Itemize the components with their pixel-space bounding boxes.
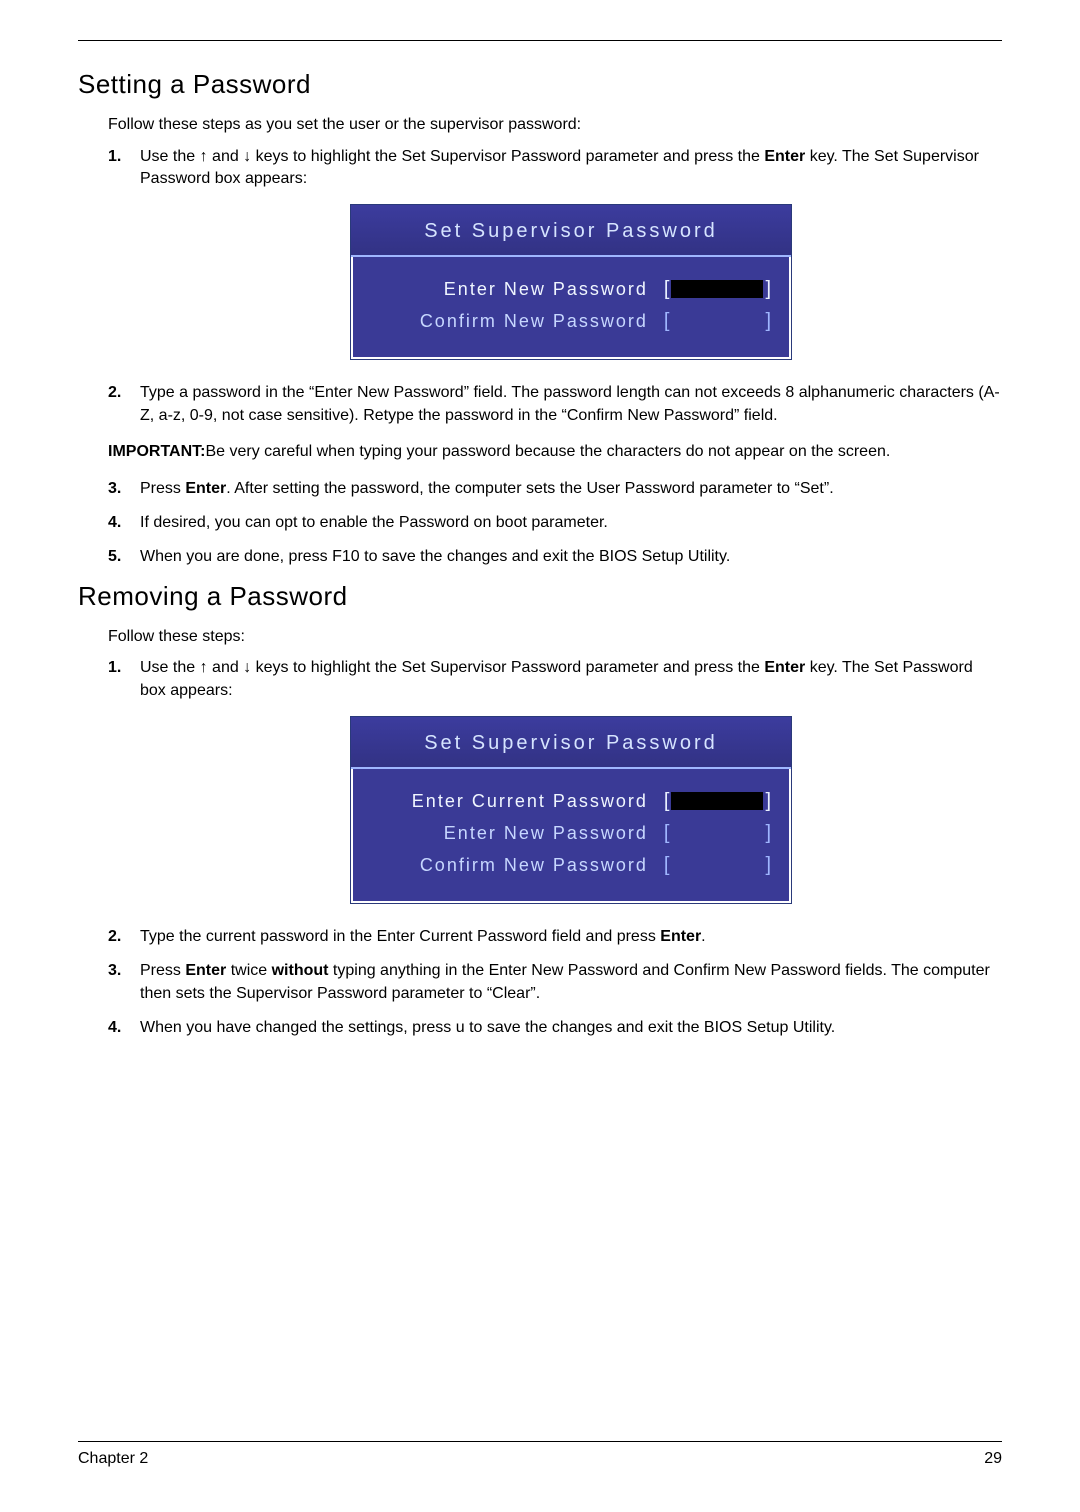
step-text: Type the current password in the Enter C… xyxy=(140,928,706,945)
bios-dialog-body: Enter Current Password [] Enter New Pass… xyxy=(351,769,791,903)
step-number: 2. xyxy=(108,382,121,404)
footer-horizontal-rule xyxy=(78,1441,1002,1442)
bios-dialog-remove-password: Set Supervisor Password Enter Current Pa… xyxy=(350,716,792,904)
step-number: 1. xyxy=(108,146,121,168)
step-text: Use the ↑ and ↓ keys to highlight the Se… xyxy=(140,659,973,698)
right-bracket-icon: ] xyxy=(763,851,773,879)
setting-step-1: 1. Use the ↑ and ↓ keys to highlight the… xyxy=(108,146,1002,361)
bios-dialog-set-password: Set Supervisor Password Enter New Passwo… xyxy=(350,204,792,360)
down-arrow-icon: ↓ xyxy=(243,148,251,165)
footer-page-number: 29 xyxy=(984,1450,1002,1468)
bios-input-active[interactable] xyxy=(671,792,763,810)
step-text: Press Enter. After setting the password,… xyxy=(140,480,834,497)
bios-row-confirm-new: Confirm New Password [] xyxy=(369,851,773,879)
removing-step-4: 4. When you have changed the settings, p… xyxy=(108,1017,1002,1039)
bios-row-enter-current: Enter Current Password [] xyxy=(369,787,773,815)
setting-step-3: 3. Press Enter. After setting the passwo… xyxy=(108,478,1002,500)
document-page: Setting a Password Follow these steps as… xyxy=(0,0,1080,1512)
left-bracket-icon: [ xyxy=(662,851,672,879)
left-bracket-icon: [ xyxy=(662,819,672,847)
step-number: 2. xyxy=(108,926,121,948)
left-bracket-icon: [ xyxy=(662,307,672,335)
bios-dialog-title: Set Supervisor Password xyxy=(351,205,791,257)
step-number: 5. xyxy=(108,546,121,568)
step-text: Press Enter twice without typing anythin… xyxy=(140,962,990,1001)
step-number: 1. xyxy=(108,657,121,679)
top-horizontal-rule xyxy=(78,40,1002,41)
setting-steps-list: 1. Use the ↑ and ↓ keys to highlight the… xyxy=(108,146,1002,428)
bios-row-enter-new: Enter New Password [] xyxy=(369,819,773,847)
step-number: 4. xyxy=(108,512,121,534)
removing-intro: Follow these steps: xyxy=(108,626,1002,648)
bios-label: Enter New Password xyxy=(369,277,648,302)
removing-step-3: 3. Press Enter twice without typing anyt… xyxy=(108,960,1002,1005)
setting-step-5: 5. When you are done, press F10 to save … xyxy=(108,546,1002,568)
bios-label: Enter Current Password xyxy=(369,789,648,814)
bios-input-active[interactable] xyxy=(671,280,763,298)
bios-input[interactable] xyxy=(671,856,763,874)
setting-step-2: 2. Type a password in the “Enter New Pas… xyxy=(108,382,1002,427)
heading-setting-password: Setting a Password xyxy=(78,69,1002,100)
up-arrow-icon: ↑ xyxy=(200,659,208,676)
bios-label: Enter New Password xyxy=(369,821,648,846)
bios-dialog-body: Enter New Password [] Confirm New Passwo… xyxy=(351,257,791,359)
up-arrow-icon: ↑ xyxy=(200,148,208,165)
setting-intro: Follow these steps as you set the user o… xyxy=(108,114,1002,136)
bios-field: [] xyxy=(662,787,773,815)
step-text: When you have changed the settings, pres… xyxy=(140,1019,835,1036)
right-bracket-icon: ] xyxy=(763,307,773,335)
step-number: 4. xyxy=(108,1017,121,1039)
bios-input[interactable] xyxy=(671,312,763,330)
right-bracket-icon: ] xyxy=(763,819,773,847)
left-bracket-icon: [ xyxy=(662,275,672,303)
bios-label: Confirm New Password xyxy=(369,853,648,878)
heading-removing-password: Removing a Password xyxy=(78,581,1002,612)
important-label: IMPORTANT: xyxy=(108,443,205,460)
bios-field: [] xyxy=(662,307,773,335)
step-text: When you are done, press F10 to save the… xyxy=(140,548,730,565)
bios-dialog-title: Set Supervisor Password xyxy=(351,717,791,769)
setting-step-4: 4. If desired, you can opt to enable the… xyxy=(108,512,1002,534)
step-number: 3. xyxy=(108,478,121,500)
bios-input[interactable] xyxy=(671,824,763,842)
bios-row-enter-new: Enter New Password [] xyxy=(369,275,773,303)
step-number: 3. xyxy=(108,960,121,982)
footer-chapter: Chapter 2 xyxy=(78,1450,148,1468)
removing-steps-list: 1. Use the ↑ and ↓ keys to highlight the… xyxy=(108,657,1002,1039)
bios-field: [] xyxy=(662,851,773,879)
setting-steps-list-cont: 3. Press Enter. After setting the passwo… xyxy=(108,478,1002,569)
down-arrow-icon: ↓ xyxy=(243,659,251,676)
right-bracket-icon: ] xyxy=(763,275,773,303)
bios-label: Confirm New Password xyxy=(369,309,648,334)
step-text: Type a password in the “Enter New Passwo… xyxy=(140,384,1000,423)
removing-step-1: 1. Use the ↑ and ↓ keys to highlight the… xyxy=(108,657,1002,904)
bios-field: [] xyxy=(662,819,773,847)
step-text: If desired, you can opt to enable the Pa… xyxy=(140,514,608,531)
step-text: Use the ↑ and ↓ keys to highlight the Se… xyxy=(140,148,979,187)
right-bracket-icon: ] xyxy=(763,787,773,815)
important-text: Be very careful when typing your passwor… xyxy=(205,443,890,460)
important-note: IMPORTANT:Be very careful when typing yo… xyxy=(108,441,1002,463)
removing-step-2: 2. Type the current password in the Ente… xyxy=(108,926,1002,948)
left-bracket-icon: [ xyxy=(662,787,672,815)
bios-row-confirm-new: Confirm New Password [] xyxy=(369,307,773,335)
bios-field: [] xyxy=(662,275,773,303)
